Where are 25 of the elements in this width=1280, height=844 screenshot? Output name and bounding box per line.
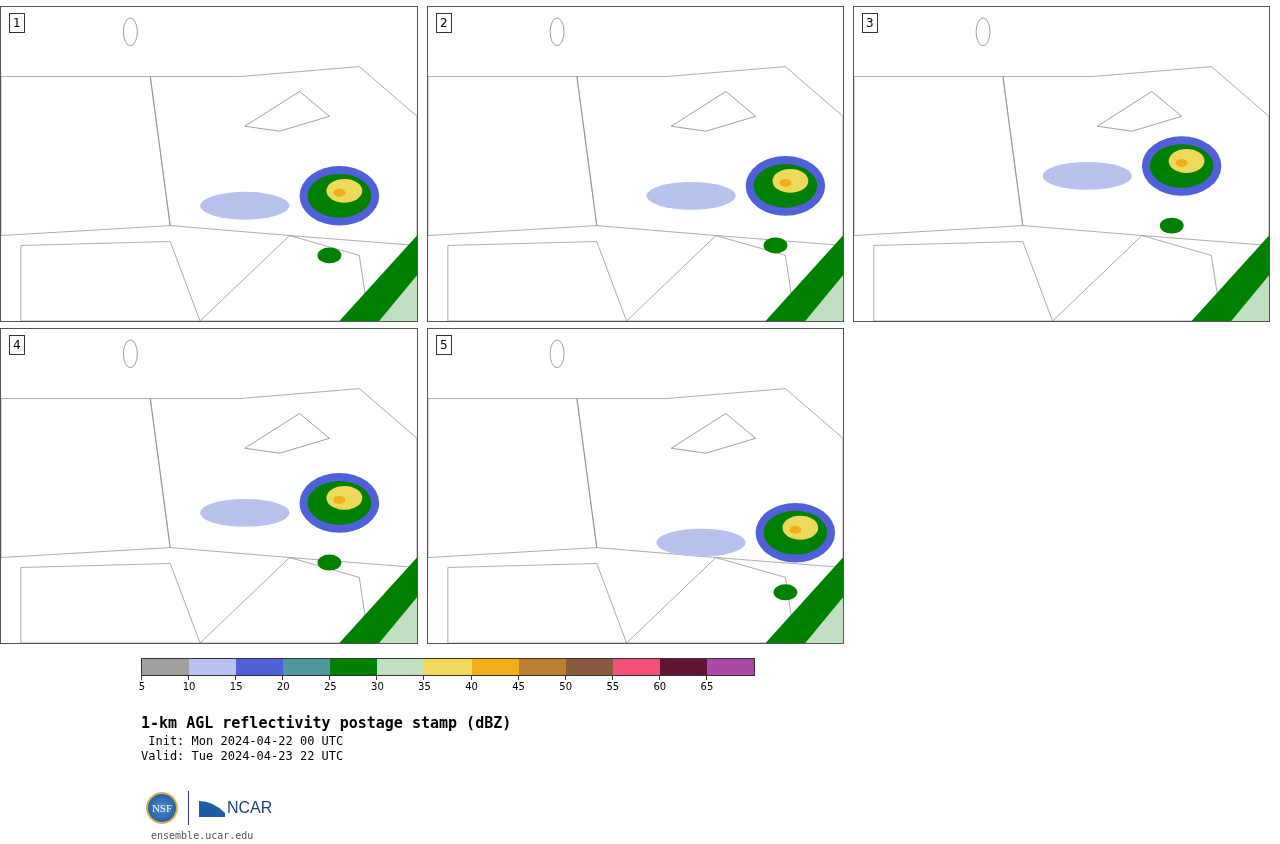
valid-time: Valid: Tue 2024-04-23 22 UTC bbox=[141, 749, 345, 764]
panel-number: 3 bbox=[862, 13, 878, 33]
tick-label: 30 bbox=[371, 681, 384, 692]
panel-number: 5 bbox=[436, 335, 452, 355]
swoosh-icon bbox=[199, 799, 225, 817]
tick-label: 60 bbox=[653, 681, 667, 692]
chart-title: 1-km AGL reflectivity postage stamp (dBZ) bbox=[141, 714, 513, 732]
tick-label: 65 bbox=[700, 681, 714, 692]
nsf-logo: NSF bbox=[146, 792, 178, 824]
site-url: ensemble.ucar.edu bbox=[151, 830, 255, 841]
tick-label: 55 bbox=[606, 681, 620, 692]
ncar-logo: NCAR bbox=[227, 799, 273, 817]
tick-label: 25 bbox=[323, 681, 337, 692]
panel-number: 4 bbox=[9, 335, 25, 355]
panel-number: 2 bbox=[436, 13, 452, 33]
tick-label: 5 bbox=[138, 681, 146, 692]
tick-label: 10 bbox=[182, 681, 196, 692]
tick-label: 15 bbox=[229, 681, 243, 692]
init-time: Init: Mon 2024-04-22 00 UTC bbox=[147, 734, 345, 749]
tick-label: 50 bbox=[559, 681, 573, 692]
tick-label: 45 bbox=[512, 681, 525, 692]
tick-label: 35 bbox=[418, 681, 431, 692]
panel-number: 1 bbox=[9, 13, 25, 33]
tick-label: 40 bbox=[465, 681, 478, 692]
tick-label: 20 bbox=[276, 681, 290, 692]
